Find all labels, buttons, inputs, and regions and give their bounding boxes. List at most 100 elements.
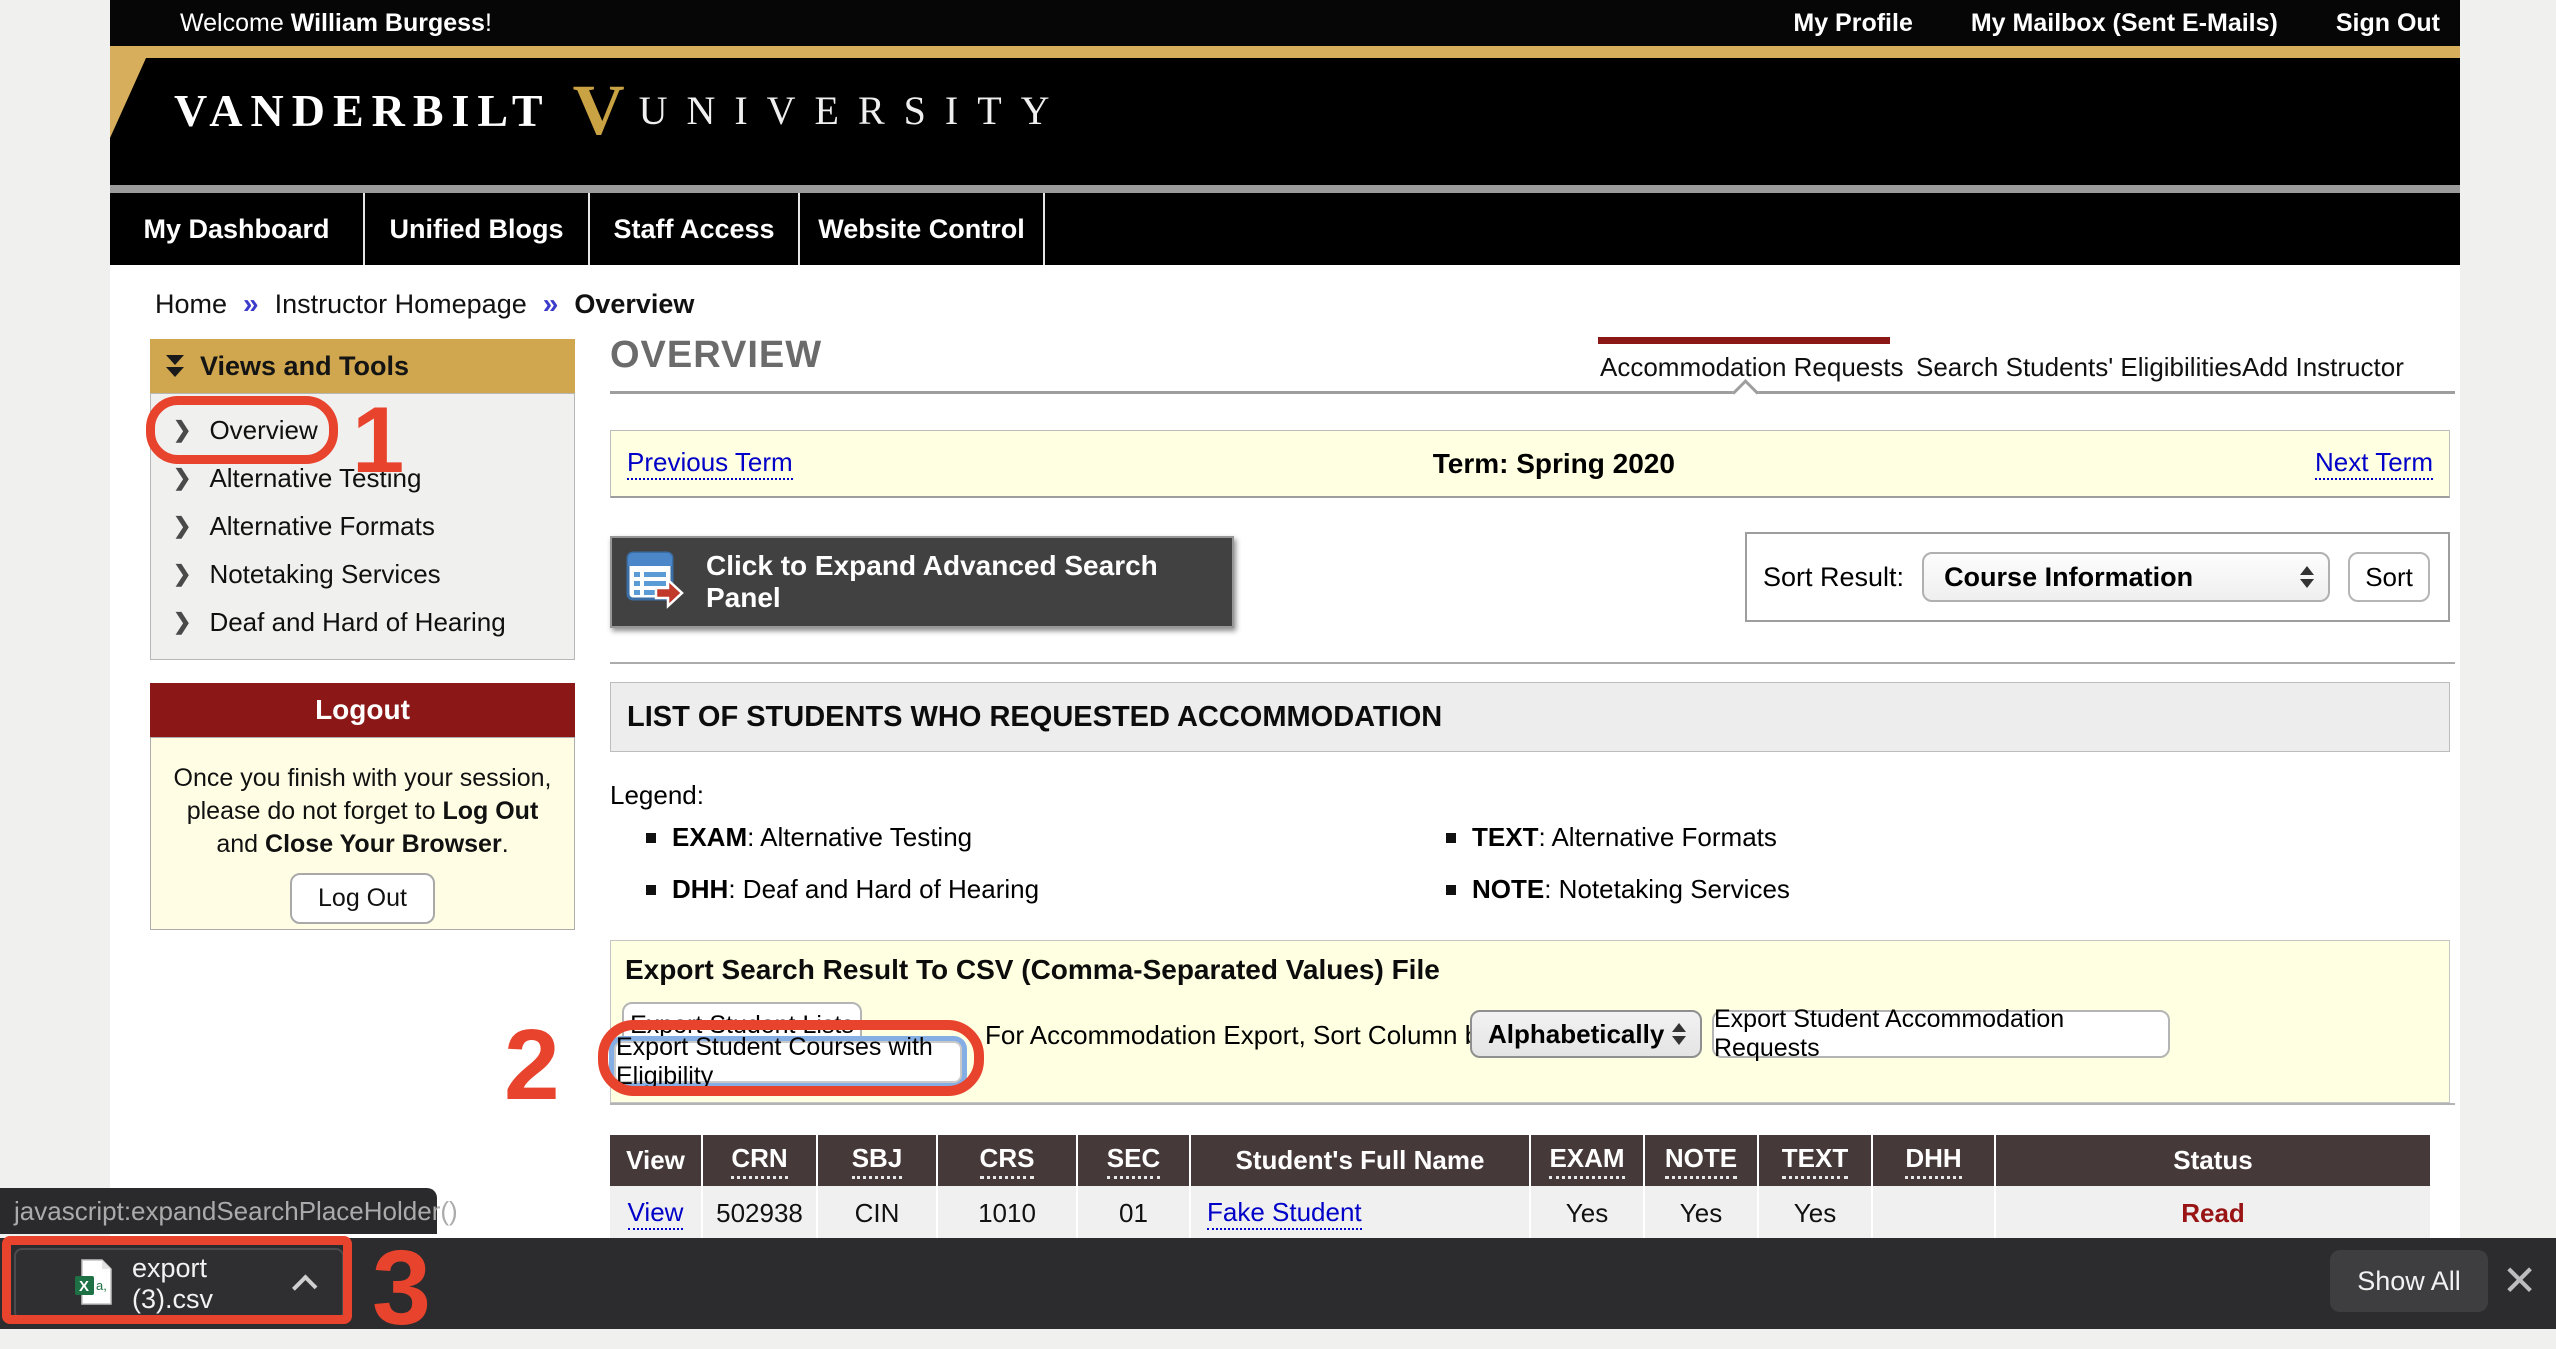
- my-mailbox-link[interactable]: My Mailbox (Sent E-Mails): [1971, 9, 2278, 38]
- sidebar-item-notetaking-services[interactable]: ❯ Notetaking Services: [151, 550, 574, 598]
- nav-staff-access[interactable]: Staff Access: [590, 193, 800, 265]
- download-bar: [0, 1238, 2556, 1329]
- column-header-crs[interactable]: CRS: [938, 1135, 1078, 1186]
- status-tooltip: javascript:expandSearchPlaceHolder(): [0, 1188, 437, 1234]
- sidebar-item-alternative-testing[interactable]: ❯ Alternative Testing: [151, 454, 574, 502]
- results-table-header: View CRN SBJ CRS SEC Student's Full Name…: [610, 1135, 2430, 1186]
- student-name-link[interactable]: Fake Student: [1207, 1197, 1362, 1230]
- csv-file-icon: a, X: [74, 1259, 112, 1310]
- row-status-cell: Read: [1996, 1186, 2430, 1240]
- legend-title: Legend:: [610, 780, 704, 811]
- row-crn-cell: 502938: [703, 1186, 818, 1240]
- welcome-prefix: Welcome: [180, 9, 291, 37]
- select-stepper-icon: [1672, 1023, 1686, 1045]
- bullet-icon: [1446, 885, 1456, 895]
- university-wordmark: UNIVERSITY: [639, 87, 1069, 134]
- university-header: VANDERBILT V UNIVERSITY: [110, 58, 2460, 185]
- page-title: OVERVIEW: [610, 334, 822, 377]
- title-divider: [610, 391, 2455, 394]
- sign-out-link[interactable]: Sign Out: [2336, 9, 2440, 38]
- close-download-bar-icon[interactable]: ✕: [2502, 1256, 2537, 1305]
- chevron-up-icon[interactable]: [292, 1274, 318, 1300]
- export-sort-select[interactable]: Alphabetically: [1470, 1010, 1702, 1058]
- column-header-status: Status: [1996, 1135, 2430, 1186]
- sidebar-item-alternative-formats[interactable]: ❯ Alternative Formats: [151, 502, 574, 550]
- column-header-sec[interactable]: SEC: [1078, 1135, 1191, 1186]
- sidebar-item-overview[interactable]: ❯ Overview: [151, 406, 574, 454]
- row-text-cell: Yes: [1759, 1186, 1873, 1240]
- legend-item-text: TEXT: Alternative Formats: [1446, 822, 1777, 853]
- tab-accommodation-requests[interactable]: Accommodation Requests: [1600, 352, 1903, 383]
- column-header-name: Student's Full Name: [1191, 1135, 1531, 1186]
- logout-box-title: Logout: [150, 683, 575, 737]
- column-header-dhh[interactable]: DHH: [1873, 1135, 1996, 1186]
- expand-advanced-search-button[interactable]: Click to Expand Advanced Search Panel: [610, 536, 1234, 628]
- sidebar-header[interactable]: Views and Tools: [150, 339, 575, 393]
- sidebar-item-label: Alternative Testing: [209, 463, 421, 494]
- logout-box: Once you finish with your session, pleas…: [150, 737, 575, 930]
- search-panel-icon: [626, 551, 684, 614]
- breadcrumb-home-link[interactable]: Home: [155, 289, 227, 320]
- row-note-cell: Yes: [1645, 1186, 1759, 1240]
- chevron-right-icon: ❯: [173, 417, 191, 443]
- nav-website-control[interactable]: Website Control: [800, 193, 1045, 265]
- breadcrumb: Home » Instructor Homepage » Overview: [155, 288, 694, 320]
- sidebar-header-label: Views and Tools: [200, 351, 409, 382]
- section-divider: [610, 1103, 2455, 1105]
- sort-button[interactable]: Sort: [2348, 552, 2430, 602]
- vanderbilt-logo: VANDERBILT V UNIVERSITY: [174, 80, 1069, 140]
- column-header-text[interactable]: TEXT: [1759, 1135, 1873, 1186]
- chevron-right-icon: ❯: [173, 465, 191, 491]
- export-sort-selected-value: Alphabetically: [1472, 1019, 1664, 1050]
- breadcrumb-current: Overview: [574, 289, 694, 320]
- column-header-note[interactable]: NOTE: [1645, 1135, 1759, 1186]
- show-all-button[interactable]: Show All: [2330, 1250, 2488, 1312]
- tab-search-students-eligibilities[interactable]: Search Students' Eligibilities: [1916, 352, 2242, 383]
- row-view-cell: View: [610, 1186, 703, 1240]
- gold-band: [110, 46, 2460, 58]
- tab-add-instructor[interactable]: Add Instructor: [2242, 352, 2404, 383]
- chevron-right-icon: ❯: [173, 561, 191, 587]
- export-sort-label: For Accommodation Export, Sort Column by…: [985, 1020, 1499, 1051]
- chevron-right-icon: ❯: [173, 609, 191, 635]
- previous-term-link[interactable]: Previous Term: [627, 447, 793, 480]
- breadcrumb-separator-icon: »: [243, 288, 259, 320]
- my-profile-link[interactable]: My Profile: [1793, 9, 1912, 38]
- divider-strip: [110, 185, 2460, 193]
- export-section-title: Export Search Result To CSV (Comma-Separ…: [625, 954, 1440, 986]
- column-header-crn[interactable]: CRN: [703, 1135, 818, 1186]
- row-sec-cell: 01: [1078, 1186, 1191, 1240]
- breadcrumb-instructor-homepage-link[interactable]: Instructor Homepage: [275, 289, 527, 320]
- sidebar-item-label: Alternative Formats: [209, 511, 434, 542]
- column-header-sbj[interactable]: SBJ: [818, 1135, 938, 1186]
- row-dhh-cell: [1873, 1186, 1996, 1240]
- export-accommodation-requests-button[interactable]: Export Student Accommodation Requests: [1712, 1010, 2170, 1058]
- nav-unified-blogs[interactable]: Unified Blogs: [365, 193, 590, 265]
- export-student-courses-button[interactable]: Export Student Courses with Eligibility: [614, 1041, 962, 1083]
- sidebar-menu: ❯ Overview ❯ Alternative Testing ❯ Alter…: [150, 393, 575, 660]
- top-bar: Welcome William Burgess! My Profile My M…: [110, 0, 2460, 46]
- sort-result-label: Sort Result:: [1763, 562, 1904, 593]
- log-out-button[interactable]: Log Out: [290, 873, 435, 924]
- status-read-label: Read: [2181, 1198, 2245, 1229]
- column-header-exam[interactable]: EXAM: [1531, 1135, 1645, 1186]
- list-section-header: LIST OF STUDENTS WHO REQUESTED ACCOMMODA…: [610, 682, 2450, 752]
- sort-result-selected-value: Course Information: [1924, 562, 2193, 593]
- breadcrumb-separator-icon: »: [543, 288, 559, 320]
- current-term-label: Term: Spring 2020: [793, 448, 2315, 480]
- svg-text:X: X: [79, 1278, 89, 1295]
- next-term-link[interactable]: Next Term: [2315, 447, 2433, 480]
- row-name-cell: Fake Student: [1191, 1186, 1531, 1240]
- legend-item-exam: EXAM: Alternative Testing: [646, 822, 972, 853]
- view-link[interactable]: View: [628, 1197, 684, 1230]
- download-chip[interactable]: a, X export (3).csv: [14, 1248, 344, 1320]
- welcome-message: Welcome William Burgess!: [180, 9, 492, 38]
- row-exam-cell: Yes: [1531, 1186, 1645, 1240]
- vanderbilt-v-icon: V: [573, 80, 625, 140]
- nav-my-dashboard[interactable]: My Dashboard: [110, 193, 365, 265]
- vanderbilt-wordmark: VANDERBILT: [174, 84, 551, 137]
- sidebar-item-deaf-hard-of-hearing[interactable]: ❯ Deaf and Hard of Hearing: [151, 598, 574, 646]
- user-name: William Burgess: [291, 9, 485, 37]
- legend-item-dhh: DHH: Deaf and Hard of Hearing: [646, 874, 1039, 905]
- sort-result-select[interactable]: Course Information: [1922, 552, 2330, 602]
